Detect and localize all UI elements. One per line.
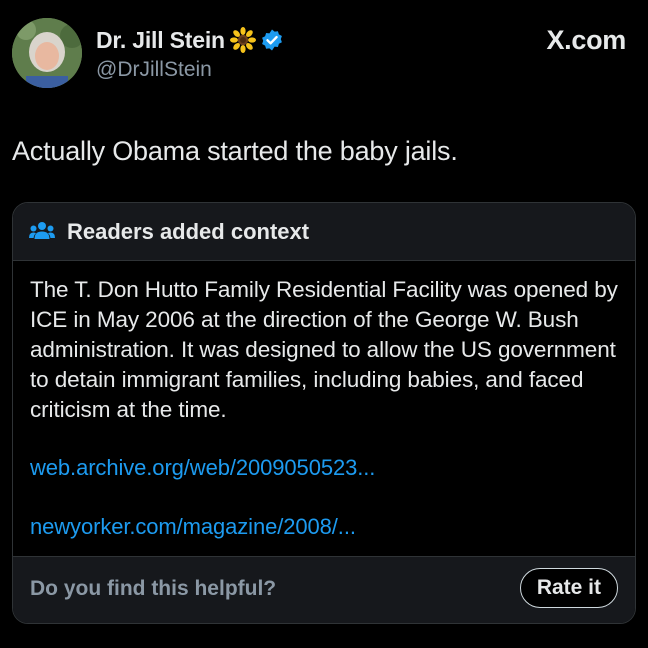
profile-photo — [12, 18, 82, 88]
note-footer: Do you find this helpful? Rate it — [13, 556, 635, 623]
community-note-card: Readers added context The T. Don Hutto F… — [12, 202, 636, 624]
note-body: The T. Don Hutto Family Residential Faci… — [30, 277, 618, 422]
author-handle[interactable]: @DrJillStein — [96, 58, 212, 82]
source-link-newyorker[interactable]: newyorker.com/magazine/2008/... — [30, 514, 356, 540]
tweet-text: Actually Obama started the baby jails. — [12, 136, 458, 166]
rate-it-button[interactable]: Rate it — [519, 568, 618, 608]
sunflower-icon — [229, 27, 256, 53]
note-header: Readers added context — [13, 203, 635, 261]
source-link-archive[interactable]: web.archive.org/web/2009050523... — [30, 455, 375, 481]
display-name[interactable]: Dr. Jill Stein — [96, 27, 225, 54]
helpful-question: Do you find this helpful? — [30, 577, 277, 600]
people-icon — [29, 221, 55, 243]
note-title: Readers added context — [67, 218, 310, 244]
avatar[interactable] — [12, 18, 82, 88]
verified-badge-icon[interactable] — [260, 28, 284, 52]
brand-label: X.com — [546, 25, 626, 55]
author-name-row: Dr. Jill Stein — [96, 24, 284, 56]
